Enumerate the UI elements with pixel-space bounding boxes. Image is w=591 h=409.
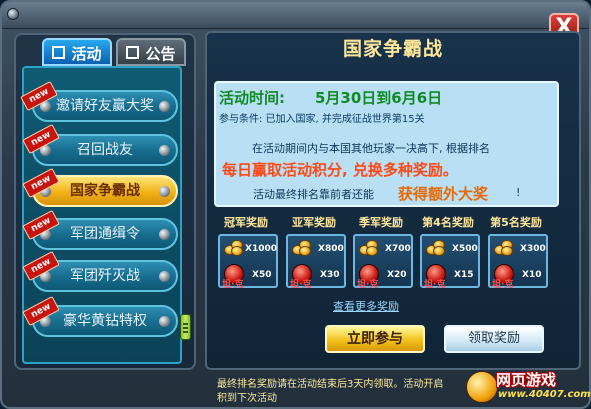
reward-card-5[interactable]: X300 X10 坦·克 xyxy=(488,234,548,290)
coin-quantity: X300 xyxy=(520,244,546,254)
knob-icon xyxy=(159,316,170,327)
description-line-3: 活动最终排名靠前者还能 xyxy=(253,188,374,201)
knob-icon xyxy=(159,271,170,282)
knob-icon xyxy=(159,186,170,197)
tab-activity-label: 活动 xyxy=(71,45,102,63)
coin-icon xyxy=(292,240,311,256)
participation-condition: 参与条件: 已加入国家, 并完成征战世界第15关 xyxy=(219,114,425,125)
sidebar-item-label: 军团通缉令 xyxy=(70,226,140,242)
coin-icon xyxy=(224,240,243,256)
sidebar-item-label: 豪华黄钻特权 xyxy=(63,313,147,329)
reward-card-1[interactable]: X1000 X50 坦·克 xyxy=(218,234,278,290)
coin-quantity: X700 xyxy=(385,244,411,254)
reward-card-4[interactable]: X500 X15 坦·克 xyxy=(420,234,480,290)
gift-quantity: X30 xyxy=(320,270,340,280)
rank-5-label: 第5名奖励 xyxy=(490,216,542,229)
coin-quantity: X500 xyxy=(452,244,478,254)
rank-1-label: 冠军奖励 xyxy=(224,216,268,229)
gift-quantity: X10 xyxy=(522,270,542,280)
sidebar-item-label: 军团歼灭战 xyxy=(70,268,140,284)
coin-icon xyxy=(359,240,378,256)
more-rewards-link[interactable]: 查看更多奖励 xyxy=(333,298,399,314)
description-line-3-end: ! xyxy=(516,186,521,199)
reward-card-3[interactable]: X700 X20 坦·克 xyxy=(353,234,413,290)
knob-icon xyxy=(159,229,170,240)
gift-tag: 坦·克 xyxy=(357,280,379,290)
watermark-logo: 网页游戏 www.40407.com xyxy=(466,367,591,405)
scroll-thumb-icon xyxy=(183,331,188,333)
scroll-thumb-icon xyxy=(183,327,188,329)
description-highlight: 获得额外大奖 xyxy=(398,185,489,203)
gift-quantity: X15 xyxy=(454,270,474,280)
knob-icon xyxy=(159,145,170,156)
gift-tag: 坦·克 xyxy=(290,280,312,290)
rank-4-label: 第4名奖励 xyxy=(422,216,474,229)
description-line-1: 在活动期间内与本国其他玩家一决高下, 根据排名 xyxy=(252,142,490,155)
coin-quantity: X800 xyxy=(318,244,344,254)
watermark-name: 网页游戏 xyxy=(496,371,557,389)
join-now-button[interactable]: 立即参与 xyxy=(325,325,425,353)
smiley-ball-icon xyxy=(466,371,498,403)
knob-icon xyxy=(159,101,170,112)
sidebar-item-label: 国家争霸战 xyxy=(70,183,140,199)
sidebar-item-label: 邀请好友赢大奖 xyxy=(56,98,154,114)
tab-notice[interactable]: 公告 xyxy=(116,38,186,66)
tab-notice-label: 公告 xyxy=(145,45,176,63)
gift-quantity: X50 xyxy=(252,270,272,280)
coin-quantity: X1000 xyxy=(245,244,277,254)
square-icon xyxy=(126,46,140,59)
reward-card-2[interactable]: X800 X30 坦·克 xyxy=(286,234,346,290)
gift-tag: 坦·克 xyxy=(424,280,446,290)
description-line-2: 每日赢取活动积分, 兑换多种奖励。 xyxy=(222,161,458,179)
coin-icon xyxy=(426,240,445,256)
claim-reward-button[interactable]: 领取奖励 xyxy=(444,325,544,353)
page-title: 国家争霸战 xyxy=(342,38,443,60)
tab-activity[interactable]: 活动 xyxy=(42,38,112,66)
time-value: 5月30日到6月6日 xyxy=(315,89,443,107)
gift-tag: 坦·克 xyxy=(222,280,244,290)
scroll-thumb[interactable] xyxy=(180,314,191,340)
rank-2-label: 亚军奖励 xyxy=(292,216,336,229)
bolt-icon xyxy=(7,8,19,20)
footer-note-line-2: 积到下次活动 xyxy=(217,393,277,404)
time-label: 活动时间: xyxy=(219,89,285,107)
coin-icon xyxy=(494,240,513,256)
scroll-thumb-icon xyxy=(183,323,188,325)
gift-quantity: X20 xyxy=(387,270,407,280)
rank-3-label: 季军奖励 xyxy=(359,216,403,229)
sidebar-item-label: 召回战友 xyxy=(77,142,133,158)
square-icon xyxy=(52,46,66,59)
gift-tag: 坦·克 xyxy=(492,280,514,290)
watermark-url: www.40407.com xyxy=(498,389,591,400)
